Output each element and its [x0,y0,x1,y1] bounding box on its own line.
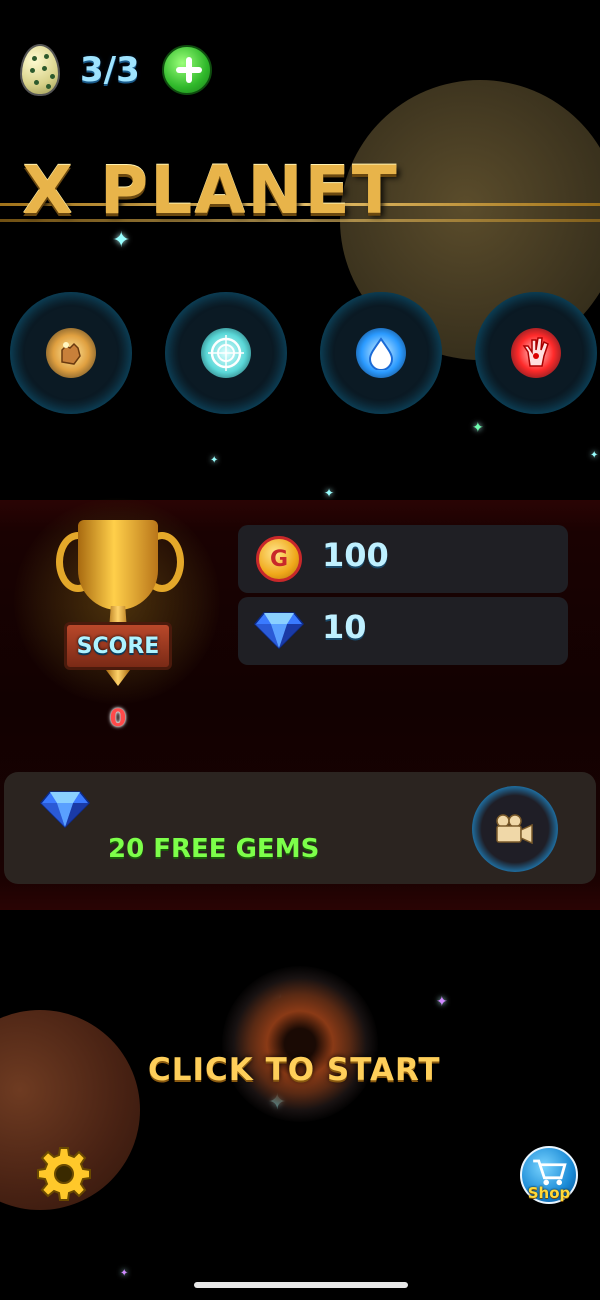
skill-slot-grab[interactable] [10,292,132,414]
red-hand-icon [511,328,561,378]
score-label: SCORE [76,633,160,659]
water-drop-icon [356,328,406,378]
sparkle-icon: ✦ [112,228,131,253]
target-crosshair-icon [201,328,251,378]
skill-slot-red-hand[interactable] [475,292,597,414]
sparkle-icon: ✦ [472,420,484,436]
shop-label: Shop [527,1184,571,1202]
gear-icon[interactable] [36,1146,92,1202]
score-plate: SCORE [64,622,172,670]
trophy-icon [78,520,158,610]
free-gems-label: 20 FREE GEMS [108,834,320,864]
gem-icon [254,612,304,649]
home-indicator[interactable] [194,1282,408,1288]
coin-icon: G [256,536,302,582]
sparkle-icon: ✦ [590,450,599,461]
start-portal[interactable] [222,966,378,1122]
sparkle-icon: ✦ [210,455,219,466]
game-screen: ✦ ✦ ✦ ✦ ✦ ✦ ✦ ✦ ✦ ✦ ✦ ✦ ✦ ✦ 3/3 X PLANET [0,0,600,1300]
video-camera-icon [496,814,533,844]
game-title: X PLANET [22,152,399,229]
coins-value: 100 [322,536,389,574]
score-value: 0 [109,704,127,732]
add-lives-button[interactable] [162,45,212,95]
grab-hand-icon [46,328,96,378]
skill-slot-target[interactable] [165,292,287,414]
gems-value: 10 [322,608,367,646]
sparkle-icon: ✦ [324,486,335,500]
gem-icon [40,791,90,828]
egg-icon [20,44,60,96]
lives-counter: 3/3 [80,50,140,90]
sparkle-icon: ✦ [436,994,448,1010]
sparkle-icon: ✦ [120,1268,129,1279]
skill-slot-water[interactable] [320,292,442,414]
start-button[interactable]: CLICK TO START [148,1052,441,1088]
watch-video-button[interactable] [472,786,558,872]
